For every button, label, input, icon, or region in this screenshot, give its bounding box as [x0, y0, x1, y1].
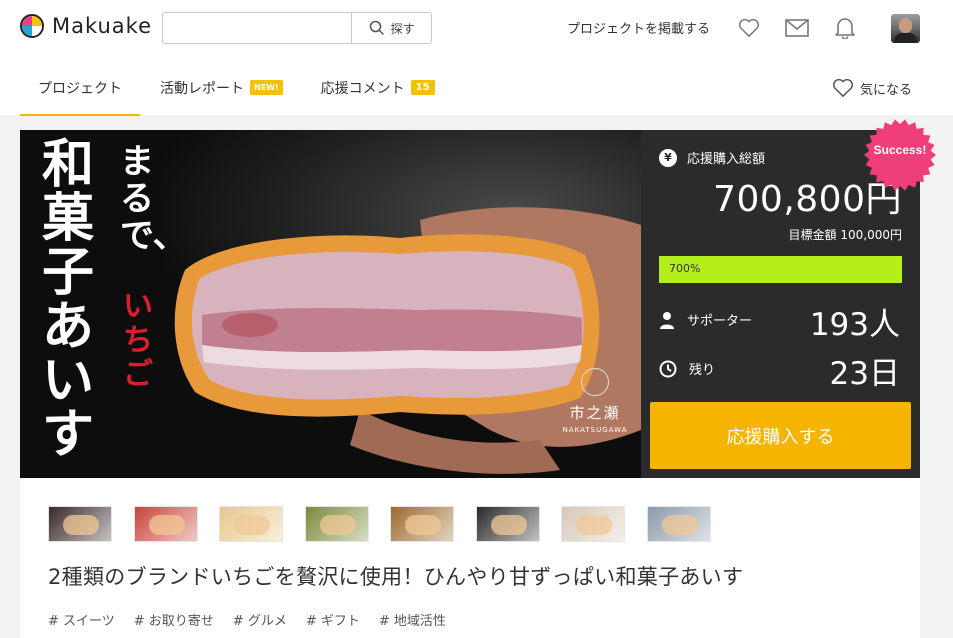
- logo-text: Makuake: [52, 14, 153, 38]
- search-button-label: 探す: [390, 21, 415, 36]
- tab-project[interactable]: プロジェクト: [20, 66, 140, 116]
- progress-text: 700%: [669, 262, 701, 275]
- top-header: Makuake 探す プロジェクトを掲載する プロジェクト 活動レポート NEW…: [0, 0, 953, 116]
- remaining-row: 残り: [659, 359, 715, 378]
- tag-order[interactable]: # お取り寄せ: [134, 610, 214, 629]
- progress-bar: 700%: [659, 256, 902, 283]
- heart-icon[interactable]: [736, 15, 762, 41]
- comment-count-badge: 15: [410, 80, 435, 95]
- search-icon: [369, 20, 384, 36]
- brand-roman: NAKATSUGAWA: [562, 426, 628, 434]
- thumbnail-image: [661, 515, 698, 535]
- user-icon: [660, 311, 674, 329]
- clock-icon: [659, 360, 677, 377]
- thumbnail[interactable]: [133, 506, 198, 542]
- bell-icon[interactable]: [832, 15, 858, 41]
- tab-activity-report[interactable]: 活動レポート NEW!: [160, 66, 283, 116]
- hero-subtitle: まるで、: [120, 142, 187, 256]
- tag-sweets[interactable]: # スイーツ: [48, 610, 115, 629]
- tag-regional[interactable]: # 地域活性: [379, 610, 446, 629]
- hero-image[interactable]: 和菓子あいす まるで、 いちご 市之瀬 NAKATSUGAWA: [20, 130, 641, 478]
- thumbnail[interactable]: [561, 506, 625, 542]
- success-badge: Success!: [873, 143, 927, 157]
- logo-icon: [20, 14, 44, 38]
- project-title: 2種類のブランドいちごを贅沢に使用！ひんやり甘ずっぱい和菓子あいす: [48, 565, 744, 589]
- total-label-row: ¥ 応援購入総額: [659, 148, 765, 167]
- total-label: 応援購入総額: [687, 152, 766, 167]
- search-box: 探す: [162, 12, 432, 44]
- thumbnail[interactable]: [646, 506, 711, 542]
- thumbnail-image: [63, 515, 99, 535]
- search-button[interactable]: 探す: [351, 13, 431, 43]
- avatar[interactable]: [891, 14, 920, 43]
- hero-title: 和菓子あいす: [42, 134, 95, 465]
- supporters-label: サポーター: [687, 314, 753, 329]
- heart-icon: [833, 78, 853, 97]
- remaining-label: 残り: [689, 363, 716, 378]
- tab-activity-report-label: 活動レポート: [160, 81, 244, 97]
- makuake-logo[interactable]: Makuake: [20, 14, 152, 38]
- tag-list: # スイーツ # お取り寄せ # グルメ # ギフト # 地域活性: [48, 610, 465, 629]
- thumbnail-image: [234, 515, 270, 535]
- supporters-value: 193人: [809, 307, 900, 343]
- tab-bar: プロジェクト 活動レポート NEW! 応援コメント 15: [20, 66, 473, 116]
- brand-kanji: 市之瀬: [569, 404, 621, 422]
- mail-icon[interactable]: [784, 15, 810, 41]
- thumbnail-image: [405, 515, 441, 535]
- thumbnail-image: [148, 515, 185, 535]
- thumbnail-image: [319, 515, 356, 535]
- thumbnail-strip: [48, 506, 732, 542]
- thumbnail-image: [576, 515, 612, 535]
- supporters-row: サポーター: [659, 310, 752, 329]
- goal-amount: 目標金額 100,000円: [788, 228, 902, 242]
- tab-comments[interactable]: 応援コメント 15: [321, 66, 435, 116]
- tab-comments-label: 応援コメント: [320, 81, 405, 97]
- thumbnail[interactable]: [219, 506, 283, 542]
- thumbnail[interactable]: [304, 506, 369, 542]
- ice-cream-sandwich-illustration: [174, 207, 641, 474]
- favorite-label: 気になる: [860, 82, 913, 98]
- yen-icon: ¥: [659, 148, 677, 167]
- support-purchase-button[interactable]: 応援購入する: [650, 402, 911, 469]
- brand-mark-icon: [581, 368, 609, 396]
- tag-gift[interactable]: # ギフト: [306, 610, 360, 629]
- thumbnail[interactable]: [390, 506, 454, 542]
- hero-brand: 市之瀬 NAKATSUGAWA: [560, 402, 630, 434]
- remaining-value: 23日: [829, 356, 900, 392]
- hero-accent: いちご: [123, 289, 153, 392]
- project-card: 和菓子あいす まるで、 いちご 市之瀬 NAKATSUGAWA ¥ 応援購入総額…: [20, 130, 920, 638]
- thumbnail[interactable]: [48, 506, 112, 542]
- search-input[interactable]: [163, 13, 352, 43]
- thumbnail[interactable]: [475, 506, 540, 542]
- new-badge: NEW!: [250, 80, 283, 95]
- tag-gourmet[interactable]: # グルメ: [233, 610, 287, 629]
- favorite-button[interactable]: 気になる: [832, 78, 912, 98]
- thumbnail-image: [490, 515, 527, 535]
- post-project-link[interactable]: プロジェクトを掲載する: [567, 18, 710, 37]
- tab-project-label: プロジェクト: [38, 81, 122, 97]
